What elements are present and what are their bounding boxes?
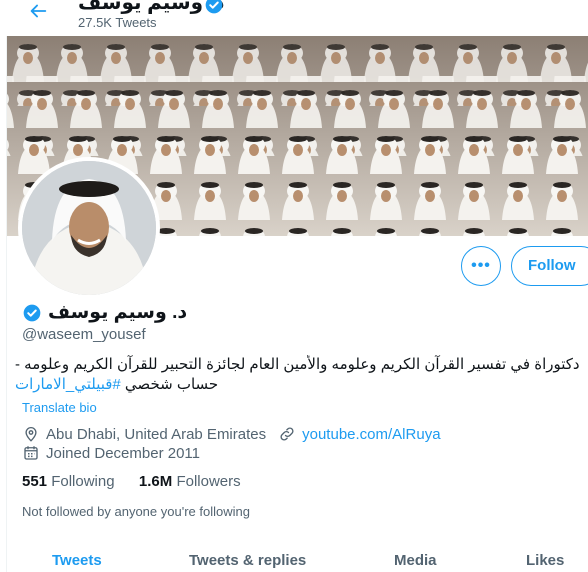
column-divider	[6, 36, 7, 572]
header-display-name: د. وسيم يوسف	[78, 0, 225, 14]
profile-avatar[interactable]	[18, 157, 160, 299]
follow-stats: 551 Following 1.6M Followers	[22, 473, 241, 490]
bio-line: دكتوراة في تفسير القرآن الكريم وعلومه وا…	[15, 356, 580, 373]
link-icon	[280, 427, 294, 441]
header-tweet-count: 27.5K Tweets	[78, 15, 157, 30]
verified-badge-icon	[23, 304, 41, 322]
profile-joined-row: Joined December 2011	[22, 444, 200, 462]
bio-line: حساب شخصي #قبيلتي_الامارات	[15, 375, 588, 395]
tab-likes[interactable]: Likes	[526, 552, 564, 569]
tab-tweets-and-replies[interactable]: Tweets & replies	[189, 552, 306, 569]
bio-hashtag-link[interactable]: #قبيلتي_الامارات	[15, 376, 121, 393]
avatar-image	[22, 161, 156, 295]
tab-media[interactable]: Media	[394, 552, 437, 569]
profile-bio: دكتوراة في تفسير القرآن الكريم وعلومه وا…	[15, 355, 588, 395]
profile-tabs: Tweets Tweets & replies Media Likes	[6, 540, 588, 572]
joined-date-text: Joined December 2011	[46, 444, 200, 462]
calendar-icon	[24, 446, 38, 460]
back-arrow-icon[interactable]	[24, 0, 52, 22]
followers-stat[interactable]: 1.6M Followers	[139, 473, 241, 490]
more-options-button[interactable]: •••	[461, 246, 501, 286]
bio-text: حساب شخصي	[120, 376, 219, 393]
followers-count: 1.6M	[138, 473, 173, 490]
follow-button[interactable]: Follow	[511, 246, 588, 286]
following-stat[interactable]: 551 Following	[22, 473, 119, 490]
profile-header-bar: د. وسيم يوسف 27.5K Tweets	[0, 0, 588, 36]
display-name: د. وسيم يوسف	[48, 302, 188, 323]
following-label: Following	[51, 473, 115, 490]
translate-bio-link[interactable]: Translate bio	[22, 400, 97, 415]
following-count: 551	[22, 473, 48, 490]
tab-tweets[interactable]: Tweets	[52, 552, 102, 569]
location-pin-icon	[25, 427, 37, 442]
profile-meta-row: Abu Dhabi, United Arab Emirates youtube.…	[22, 425, 441, 443]
profile-handle: @waseem_yousef	[22, 326, 146, 343]
not-followed-notice: Not followed by anyone you're following	[22, 504, 250, 519]
profile-name-row: د. وسيم يوسف	[22, 301, 222, 327]
website-link[interactable]: youtube.com/AlRuya	[302, 426, 440, 443]
verified-badge-icon	[205, 0, 223, 14]
followers-label: Followers	[176, 473, 241, 490]
location-text: Abu Dhabi, United Arab Emirates	[46, 425, 267, 443]
